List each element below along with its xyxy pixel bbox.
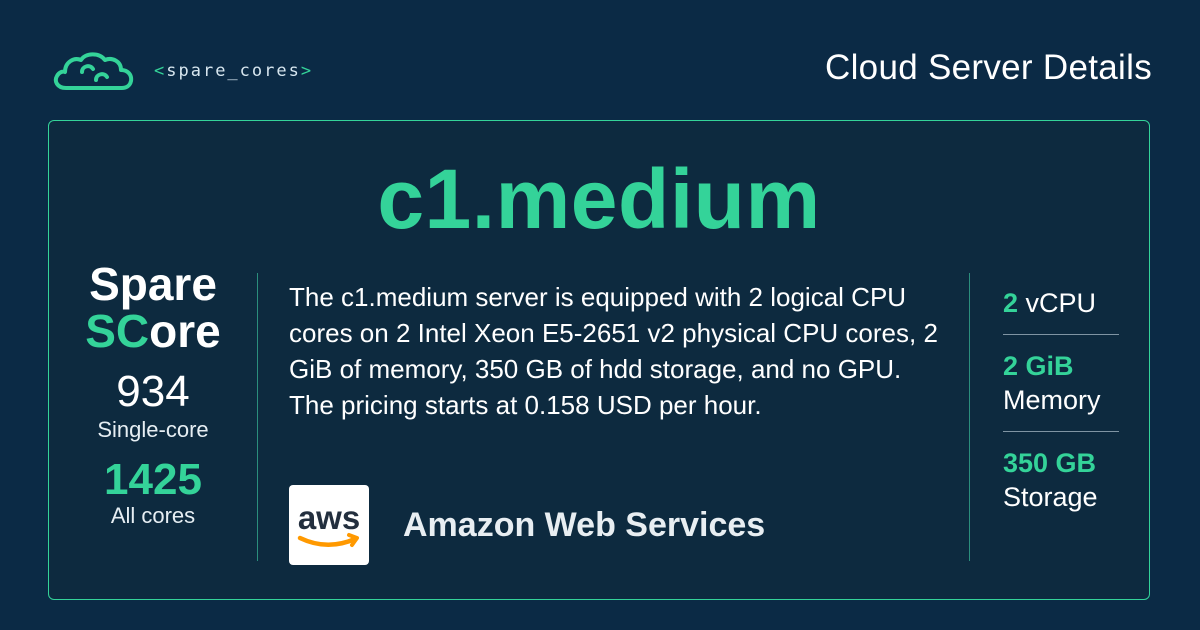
vendor-name: Amazon Web Services [403, 505, 766, 544]
server-card: c1.medium Spare SCore 934 Single-core 14… [48, 120, 1150, 600]
spare-score-panel: Spare SCore 934 Single-core 1425 All cor… [61, 261, 245, 529]
spare-score-title: Spare SCore [85, 258, 221, 357]
single-core-label: Single-core [97, 417, 209, 442]
spec-storage: 350 GB Storage [1003, 448, 1098, 512]
spec-vcpu: 2 vCPU [1003, 288, 1097, 318]
brand-logo[interactable]: <spare_cores> [52, 50, 313, 92]
aws-logo-icon: aws [289, 485, 369, 565]
server-name: c1.medium [377, 152, 821, 246]
aws-logo-text: aws [298, 499, 360, 536]
divider-left [257, 273, 258, 561]
specs-panel: 2 vCPU 2 GiB Memory 350 GB Storage [1003, 286, 1119, 514]
vendor[interactable]: aws Amazon Web Services [289, 485, 765, 565]
cloud-logo-icon [52, 50, 134, 92]
single-core-score: 934 [116, 367, 190, 416]
page-title: Cloud Server Details [825, 48, 1152, 87]
all-cores-label: All cores [110, 503, 196, 528]
server-description: The c1.medium server is equipped with 2 … [289, 282, 938, 420]
spec-separator [1003, 334, 1119, 335]
spec-separator [1003, 431, 1119, 432]
spec-memory: 2 GiB Memory [1003, 351, 1101, 415]
header: <spare_cores> Cloud Server Details [0, 0, 1200, 120]
all-cores-score: 1425 [104, 455, 202, 504]
brand-name: <spare_cores> [154, 61, 314, 81]
divider-right [969, 273, 970, 561]
